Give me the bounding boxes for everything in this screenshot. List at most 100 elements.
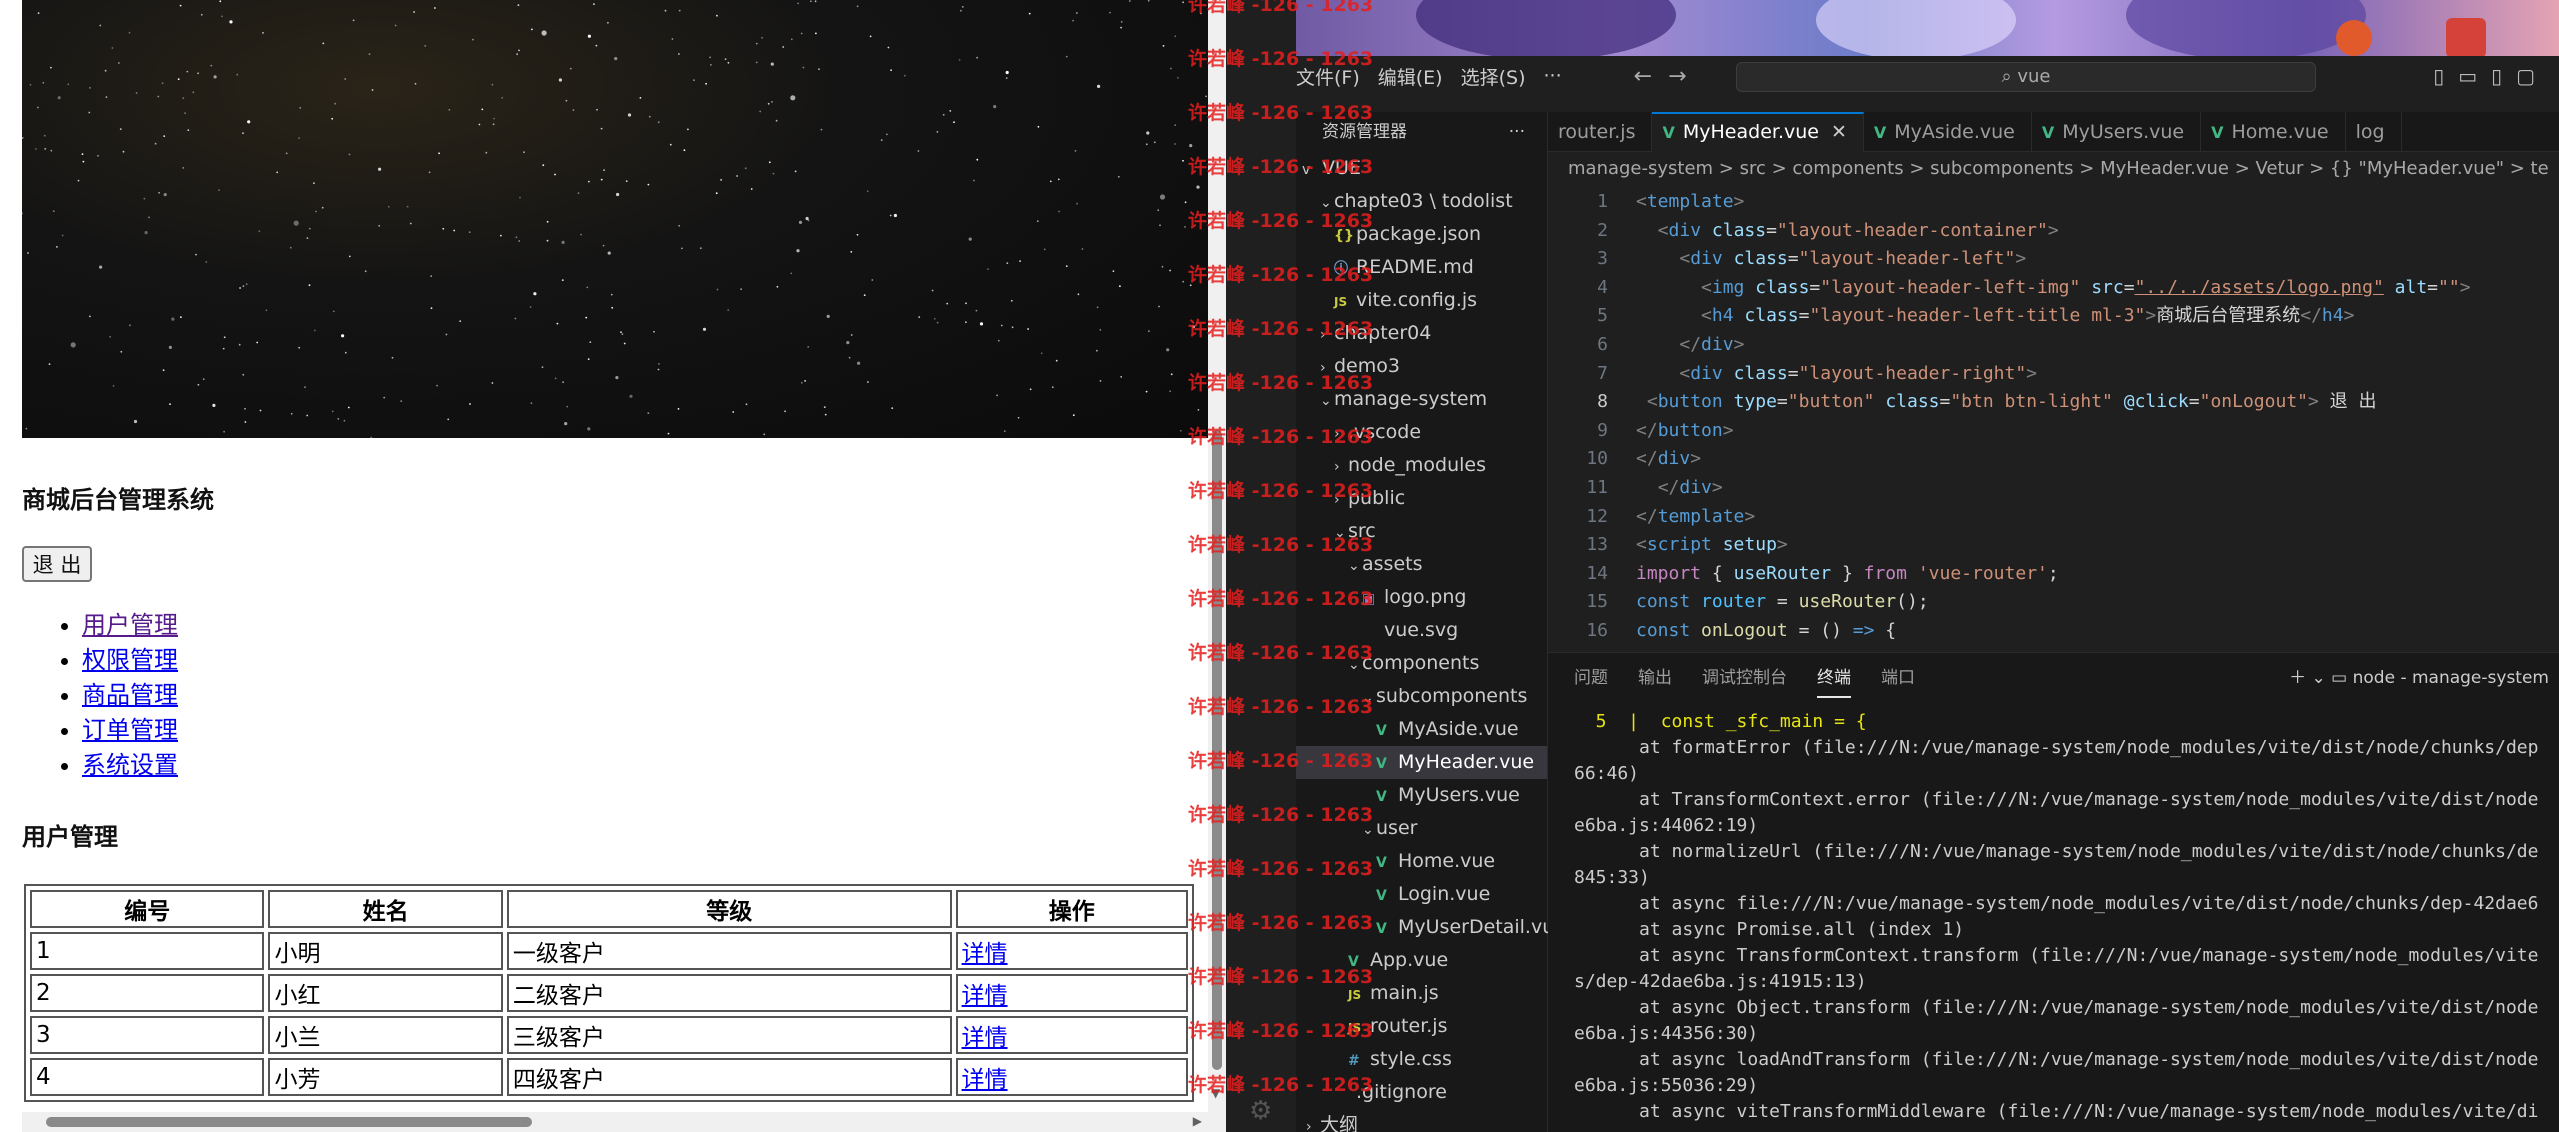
menu-link-orders[interactable]: 订单管理	[82, 716, 178, 744]
star	[891, 407, 894, 409]
menu-link-settings[interactable]: 系统设置	[82, 751, 178, 779]
star	[647, 183, 650, 186]
star	[27, 252, 29, 254]
tree-item[interactable]: JS vite.config.js	[1296, 284, 1547, 317]
star	[1120, 21, 1123, 23]
star	[57, 96, 61, 100]
star	[623, 342, 626, 345]
tree-item[interactable]: # style.css	[1296, 1043, 1547, 1076]
tree-item[interactable]: › 大纲	[1296, 1109, 1547, 1132]
tree-item[interactable]: ⌄ user	[1296, 812, 1547, 845]
menu-link-permissions[interactable]: 权限管理	[82, 646, 178, 674]
tree-item[interactable]: › demo3	[1296, 350, 1547, 383]
panel-tab[interactable]: 问题	[1574, 663, 1608, 688]
tree-item[interactable]: V MyHeader.vue	[1296, 746, 1547, 779]
menu-edit[interactable]: 编辑(E)	[1378, 63, 1443, 90]
tree-item[interactable]: ⌄ components	[1296, 647, 1547, 680]
tree-item[interactable]: V MyUserDetail.vue	[1296, 911, 1566, 944]
tree-item[interactable]: V Home.vue	[1296, 845, 1547, 878]
breadcrumb[interactable]: manage-system > src > components > subco…	[1548, 152, 2559, 186]
star	[750, 188, 753, 190]
tree-item[interactable]: {} package.json	[1296, 218, 1547, 251]
tree-item[interactable]: ⌄ assets	[1296, 548, 1547, 581]
star	[442, 227, 445, 230]
editor-tab[interactable]: V MyHeader.vue ✕	[1652, 112, 1864, 152]
detail-link[interactable]: 详情	[962, 983, 1008, 1009]
file-type-icon: V	[1376, 921, 1387, 937]
star	[1184, 201, 1187, 204]
menu-link-goods[interactable]: 商品管理	[82, 681, 178, 709]
nav-forward-icon[interactable]: →	[1668, 64, 1686, 89]
logout-button[interactable]: 退 出	[22, 546, 92, 582]
tree-item[interactable]: ⌄ subcomponents	[1296, 680, 1547, 713]
tree-item[interactable]: › node_modules	[1296, 449, 1547, 482]
tree-item[interactable]: V Login.vue	[1296, 878, 1547, 911]
editor-tab[interactable]: V MyAside.vue	[1864, 112, 2032, 152]
vertical-scrollbar[interactable]: ▼	[1208, 0, 1226, 1132]
command-center-search[interactable]: ⌕ vue	[1736, 62, 2316, 92]
explorer-more-icon[interactable]: ···	[1509, 112, 1525, 152]
panel-tab[interactable]: 调试控制台	[1702, 663, 1787, 688]
tree-item[interactable]: vue.svg	[1296, 614, 1547, 647]
layout-toggle-icons[interactable]: ▯▭▯▢	[2433, 64, 2549, 88]
menu-link-users[interactable]: 用户管理	[82, 611, 178, 639]
close-icon[interactable]: ✕	[1831, 121, 1847, 143]
editor-tab-label: Home.vue	[2231, 121, 2329, 143]
tree-item[interactable]: › public	[1296, 482, 1547, 515]
editor-tab[interactable]: log	[2346, 112, 2402, 152]
tree-item[interactable]: JS main.js	[1296, 977, 1547, 1010]
tree-item[interactable]: JS router.js	[1296, 1010, 1547, 1043]
tree-item[interactable]: ⌄ src	[1296, 515, 1547, 548]
tree-item[interactable]: › .vscode	[1296, 416, 1547, 449]
scroll-right-arrow-icon[interactable]: ▶	[1193, 1114, 1202, 1128]
vertical-scroll-thumb[interactable]	[1212, 430, 1222, 1070]
menu-more[interactable]: ···	[1544, 65, 1562, 87]
star	[262, 32, 264, 34]
star	[518, 49, 520, 52]
star	[218, 189, 220, 192]
tree-item[interactable]: ⓘ README.md	[1296, 251, 1547, 284]
new-terminal-icon[interactable]: ＋ ⌄	[2289, 668, 2326, 688]
tree-item[interactable]: ⌄ chapte03 \ todolist	[1296, 185, 1547, 218]
star	[1028, 12, 1031, 15]
cell-name: 小明	[268, 932, 503, 970]
detail-link[interactable]: 详情	[962, 1067, 1008, 1093]
tree-item[interactable]: ⌄ manage-system	[1296, 383, 1547, 416]
terminal-output[interactable]: 5 | const _sfc_main = { at formatError (…	[1548, 709, 2559, 1125]
nav-back-icon[interactable]: ←	[1634, 64, 1652, 89]
panel-tab[interactable]: 输出	[1638, 663, 1672, 688]
star	[308, 284, 311, 287]
detail-link[interactable]: 详情	[962, 1025, 1008, 1051]
tree-item[interactable]: ▣ logo.png	[1296, 581, 1547, 614]
code-editor[interactable]: 1 <template> 2 <div class="layout-header-c…	[1548, 188, 2559, 646]
search-icon: ⌕	[2001, 66, 2018, 87]
horizontal-scrollbar[interactable]: ▶	[22, 1112, 1208, 1132]
tree-item[interactable]: V MyAside.vue	[1296, 713, 1547, 746]
menu-selection[interactable]: 选择(S)	[1461, 63, 1526, 90]
horizontal-scroll-thumb[interactable]	[46, 1117, 532, 1127]
editor-tab[interactable]: router.js	[1548, 112, 1653, 152]
detail-link[interactable]: 详情	[962, 941, 1008, 967]
tree-item-label: 大纲	[1320, 1114, 1359, 1132]
editor-tab[interactable]: V Home.vue	[2201, 112, 2346, 152]
editor-tab[interactable]: V MyUsers.vue	[2032, 112, 2202, 152]
scroll-down-arrow-icon[interactable]: ▼	[1211, 1086, 1220, 1100]
tree-item[interactable]: V App.vue	[1296, 944, 1547, 977]
terminal-name[interactable]: node - manage-system	[2353, 668, 2549, 688]
star	[1112, 270, 1115, 273]
star	[607, 251, 611, 255]
panel-tab[interactable]: 终端	[1817, 663, 1851, 698]
tree-item-label: chapte03 \ todolist	[1334, 190, 1513, 212]
tree-item[interactable]: V MyUsers.vue	[1296, 779, 1547, 812]
panel-tools[interactable]: ＋ ⌄ ▭ node - manage-system	[2289, 663, 2549, 688]
cell-id: 1	[30, 932, 265, 970]
tree-root[interactable]: v VUE	[1296, 152, 1547, 185]
tree-item[interactable]: › chapter04	[1296, 317, 1547, 350]
star	[182, 167, 185, 169]
settings-gear-icon[interactable]: ⚙	[1249, 1096, 1272, 1126]
star	[1169, 390, 1172, 393]
tree-item[interactable]: .gitignore	[1296, 1076, 1547, 1109]
star	[22, 137, 24, 139]
menu-file[interactable]: 文件(F)	[1296, 63, 1360, 90]
panel-tab[interactable]: 端口	[1881, 663, 1915, 688]
